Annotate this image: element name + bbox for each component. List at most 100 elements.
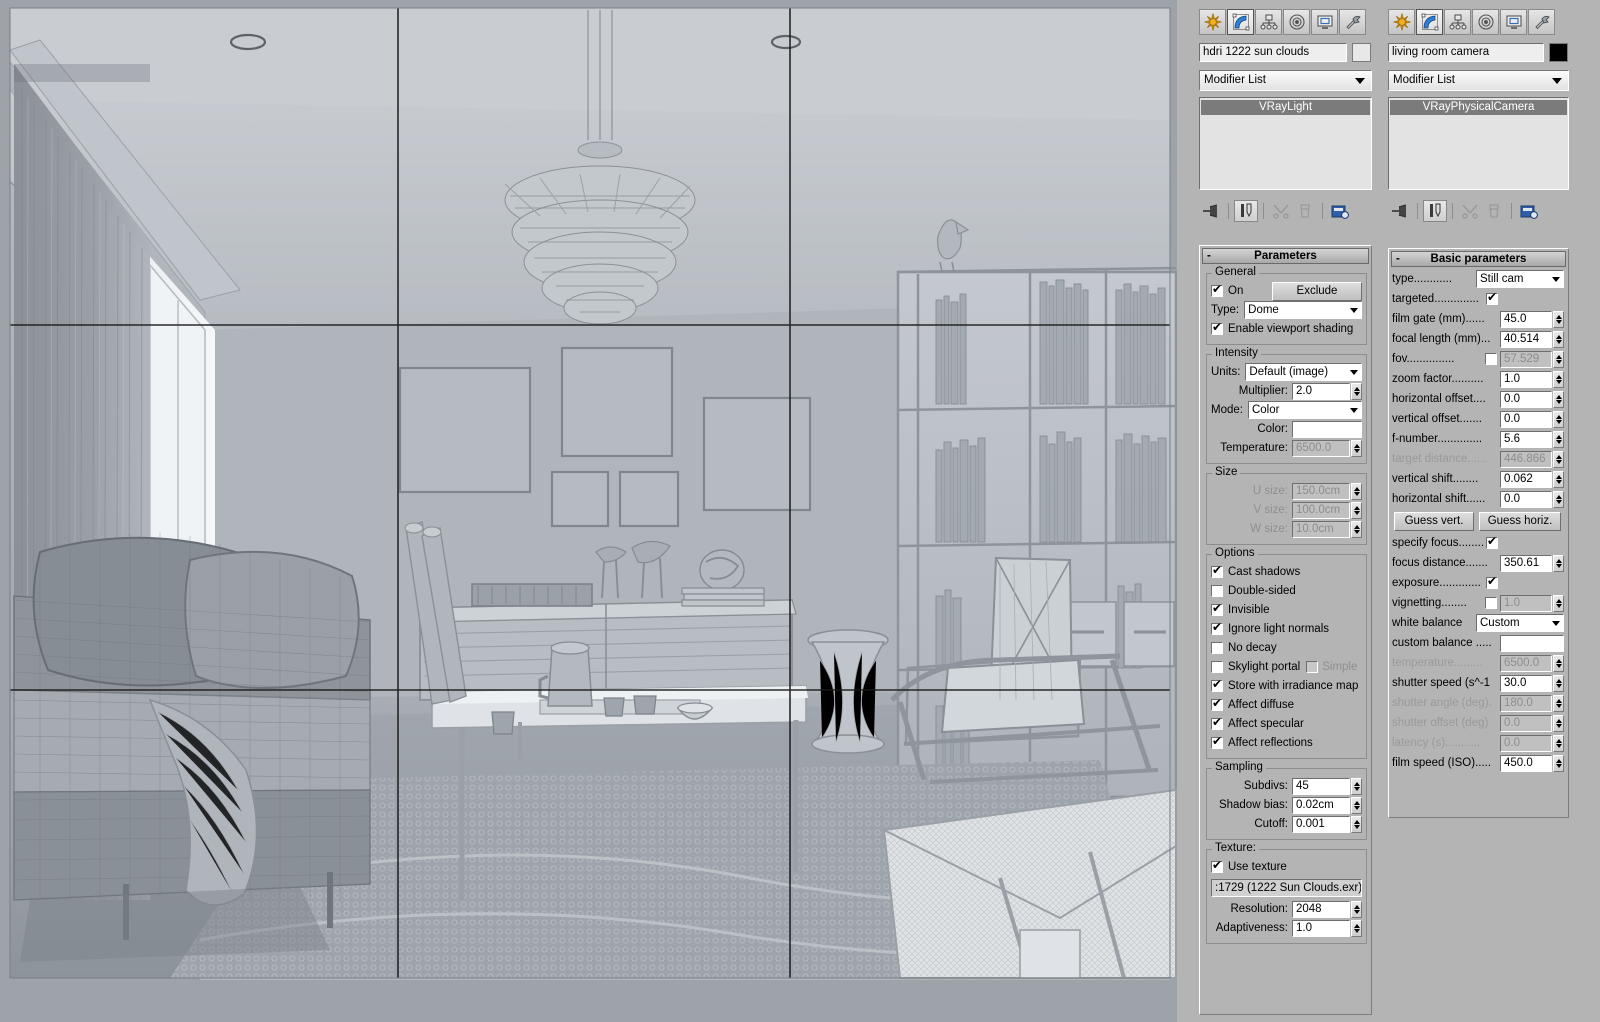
basic-parameters-rollout-header[interactable]: - Basic parameters	[1391, 251, 1566, 267]
camera-color-swatch[interactable]	[1549, 43, 1568, 62]
film-speed-spinner[interactable]	[1553, 755, 1564, 772]
shutter-offset-spinner[interactable]	[1553, 715, 1564, 732]
resolution-spinner[interactable]	[1351, 901, 1362, 918]
focus-distance-field[interactable]: 350.61	[1500, 555, 1552, 572]
guess-horiz-button[interactable]: Guess horiz.	[1479, 512, 1561, 531]
fov-field[interactable]: 57.529	[1500, 351, 1552, 368]
light-color-field[interactable]	[1292, 421, 1362, 438]
guess-vert-button[interactable]: Guess vert.	[1394, 512, 1474, 531]
adaptiveness-field[interactable]: 1.0	[1292, 920, 1350, 937]
motion-tab[interactable]	[1472, 9, 1499, 35]
cutoff-field[interactable]: 0.001	[1292, 816, 1350, 833]
film-gate-spinner[interactable]	[1553, 311, 1564, 328]
perspective-render-viewport[interactable]	[0, 0, 1177, 1022]
u-size-spinner[interactable]	[1351, 483, 1362, 500]
shutter-speed-field[interactable]: 30.0	[1500, 675, 1552, 692]
vertical-shift-field[interactable]: 0.062	[1500, 471, 1552, 488]
modify-tab[interactable]	[1416, 9, 1443, 35]
film-gate-field[interactable]: 45.0	[1500, 311, 1552, 328]
latency-field[interactable]: 0.0	[1500, 735, 1552, 752]
shutter-angle-field[interactable]: 180.0	[1500, 695, 1552, 712]
zoom-factor-spinner[interactable]	[1553, 371, 1564, 388]
hierarchy-tab[interactable]	[1255, 9, 1282, 35]
parameters-rollout-header[interactable]: - Parameters	[1202, 248, 1369, 264]
simple-checkbox[interactable]	[1306, 661, 1318, 673]
utilities-tab[interactable]	[1528, 9, 1555, 35]
pin-stack-icon[interactable]	[1388, 200, 1412, 222]
ignore-light-normals-checkbox[interactable]	[1211, 623, 1223, 635]
shutter-speed-spinner[interactable]	[1553, 675, 1564, 692]
camera-temperature-spinner[interactable]	[1553, 655, 1564, 672]
subdivs-field[interactable]: 45	[1292, 778, 1350, 795]
f-number-field[interactable]: 5.6	[1500, 431, 1552, 448]
configure-sets-icon[interactable]	[1517, 200, 1541, 222]
vignetting-field[interactable]: 1.0	[1500, 595, 1552, 612]
camera-name-field[interactable]: living room camera	[1388, 43, 1544, 62]
remove-modifier-icon[interactable]	[1482, 200, 1506, 222]
film-speed-field[interactable]: 450.0	[1500, 755, 1552, 772]
camera-modifier-stack[interactable]: VRayPhysicalCamera	[1388, 97, 1569, 190]
adaptiveness-spinner[interactable]	[1351, 920, 1362, 937]
display-tab[interactable]	[1311, 9, 1338, 35]
camera-temperature-field[interactable]: 6500.0	[1500, 655, 1552, 672]
shadow-bias-spinner[interactable]	[1351, 797, 1362, 814]
temperature-field[interactable]: 6500.0	[1292, 440, 1350, 457]
horizontal-shift-field[interactable]: 0.0	[1500, 491, 1552, 508]
fov-spinner[interactable]	[1553, 351, 1564, 368]
light-color-swatch[interactable]	[1352, 43, 1371, 62]
vertical-offset-field[interactable]: 0.0	[1500, 411, 1552, 428]
units-dropdown[interactable]: Default (image)	[1245, 363, 1362, 381]
target-distance-spinner[interactable]	[1553, 451, 1564, 468]
stack-item-vraylight[interactable]: VRayLight	[1201, 100, 1370, 115]
double-sided-checkbox[interactable]	[1211, 585, 1223, 597]
v-size-spinner[interactable]	[1351, 502, 1362, 519]
cast-shadows-checkbox[interactable]	[1211, 566, 1223, 578]
vignetting-spinner[interactable]	[1553, 595, 1564, 612]
create-tab[interactable]	[1199, 9, 1226, 35]
temperature-spinner[interactable]	[1351, 440, 1362, 457]
create-tab[interactable]	[1388, 9, 1415, 35]
use-texture-checkbox[interactable]	[1211, 861, 1223, 873]
shadow-bias-field[interactable]: 0.02cm	[1292, 797, 1350, 814]
exclude-button[interactable]: Exclude	[1272, 282, 1362, 301]
no-decay-checkbox[interactable]	[1211, 642, 1223, 654]
cutoff-spinner[interactable]	[1351, 816, 1362, 833]
shutter-angle-spinner[interactable]	[1553, 695, 1564, 712]
focus-distance-spinner[interactable]	[1553, 555, 1564, 572]
white-balance-dropdown[interactable]: Custom	[1476, 614, 1564, 632]
vertical-offset-spinner[interactable]	[1553, 411, 1564, 428]
subdivs-spinner[interactable]	[1351, 778, 1362, 795]
shutter-offset-field[interactable]: 0.0	[1500, 715, 1552, 732]
v-size-field[interactable]: 100.0cm	[1292, 502, 1350, 519]
configure-sets-icon[interactable]	[1328, 200, 1352, 222]
horizontal-offset-field[interactable]: 0.0	[1500, 391, 1552, 408]
zoom-factor-field[interactable]: 1.0	[1500, 371, 1552, 388]
exposure-checkbox[interactable]	[1486, 577, 1498, 589]
focal-length-spinner[interactable]	[1553, 331, 1564, 348]
light-modifier-list-combo[interactable]: Modifier List	[1199, 70, 1372, 91]
invisible-checkbox[interactable]	[1211, 604, 1223, 616]
u-size-field[interactable]: 150.0cm	[1292, 483, 1350, 500]
affect-diffuse-checkbox[interactable]	[1211, 699, 1223, 711]
hierarchy-tab[interactable]	[1444, 9, 1471, 35]
vertical-shift-spinner[interactable]	[1553, 471, 1564, 488]
multiplier-field[interactable]: 2.0	[1292, 383, 1350, 400]
specify-focus-checkbox[interactable]	[1486, 537, 1498, 549]
w-size-field[interactable]: 10.0cm	[1292, 521, 1350, 538]
enable-viewport-shading-checkbox[interactable]	[1211, 323, 1223, 335]
make-unique-icon[interactable]	[1269, 200, 1293, 222]
resolution-field[interactable]: 2048	[1292, 901, 1350, 918]
focal-length-field[interactable]: 40.514	[1500, 331, 1552, 348]
camera-type-dropdown[interactable]: Still cam	[1476, 270, 1564, 288]
type-dropdown[interactable]: Dome	[1244, 301, 1362, 319]
remove-modifier-icon[interactable]	[1293, 200, 1317, 222]
texture-map-button[interactable]: :1729 (1222 Sun Clouds.exr)	[1211, 879, 1362, 897]
display-tab[interactable]	[1500, 9, 1527, 35]
multiplier-spinner[interactable]	[1351, 383, 1362, 400]
w-size-spinner[interactable]	[1351, 521, 1362, 538]
fov-checkbox[interactable]	[1485, 353, 1497, 365]
vignetting-checkbox[interactable]	[1485, 597, 1497, 609]
make-unique-icon[interactable]	[1458, 200, 1482, 222]
show-end-result-icon[interactable]	[1423, 200, 1447, 222]
light-name-field[interactable]: hdri 1222 sun clouds	[1199, 43, 1347, 62]
